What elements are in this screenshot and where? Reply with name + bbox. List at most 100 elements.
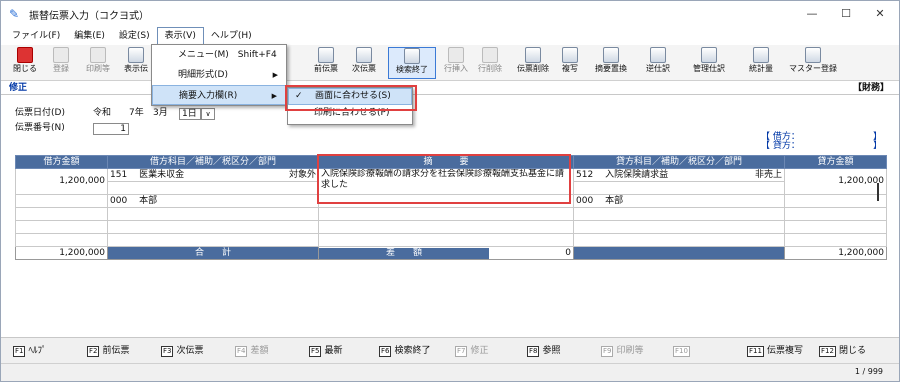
credit-dept-cell[interactable]: 000 本部 <box>573 194 785 208</box>
credit-account-cell[interactable]: 512 入院保険請求益 非売上 <box>573 168 785 182</box>
menu-edit[interactable]: 編集(E) <box>67 27 112 45</box>
f6-search-end-button[interactable]: F6 検索終了 <box>379 345 431 357</box>
key-cap: F9 <box>601 346 614 357</box>
col-header: 借方科目／補助／税区分／部門 <box>107 155 319 169</box>
search-icon <box>404 48 420 64</box>
credit-sub-cell[interactable] <box>573 181 785 195</box>
f2-prev-button[interactable]: F2 前伝票 <box>87 345 130 357</box>
grid-cell[interactable] <box>15 207 108 221</box>
next-slip-button[interactable]: 次伝票 <box>347 47 381 79</box>
debit-amount-cell[interactable] <box>15 194 108 208</box>
grid-cell[interactable] <box>107 207 319 221</box>
view-menu-item-detail[interactable]: 明細形式(D) ▶ <box>152 65 286 85</box>
grid-cell[interactable] <box>15 233 108 247</box>
minimize-button[interactable]: — <box>795 1 829 27</box>
close-window-button[interactable]: ✕ <box>863 1 897 27</box>
credit-tax: 非売上 <box>754 169 782 180</box>
fkey-label: ﾍﾙﾌﾟ <box>28 346 47 356</box>
view-menu-item-label: 摘要入力欄(R) <box>179 91 238 101</box>
fkey-label: 印刷等 <box>616 346 644 356</box>
tool-label: 摘要置換 <box>595 64 627 73</box>
f11-copy-button[interactable]: F11 伝票複写 <box>747 345 803 357</box>
menu-help[interactable]: ヘルプ(H) <box>204 27 259 45</box>
debit-dept: 本部 <box>139 195 158 206</box>
grid-cell[interactable] <box>318 207 574 221</box>
window-title: 振替伝票入力（コクヨ式） <box>29 10 149 22</box>
department-label: 【財務】 <box>852 83 889 93</box>
master-register-button[interactable]: マスター登録 <box>789 47 837 79</box>
grid-cell[interactable] <box>573 233 785 247</box>
f3-next-button[interactable]: F3 次伝票 <box>161 345 204 357</box>
debit-account-cell[interactable]: 151 医業未収金 対象外 <box>107 168 319 182</box>
menu-settings[interactable]: 設定(S) <box>112 27 157 45</box>
register-icon <box>53 47 69 63</box>
insert-row-button[interactable]: 行挿入 <box>441 47 471 79</box>
f12-close-button[interactable]: F12 閉じる <box>819 345 866 357</box>
close-tool-button[interactable]: 閉じる <box>11 47 39 79</box>
debit-sub-cell[interactable] <box>107 181 319 195</box>
stats-button[interactable]: 統計量 <box>743 47 779 79</box>
f1-help-button[interactable]: F1 ﾍﾙﾌﾟ <box>13 345 47 357</box>
era-label: 令和 <box>93 108 112 118</box>
key-cap: F5 <box>309 346 322 357</box>
grid-cell[interactable] <box>318 233 574 247</box>
tool-label: 登録 <box>53 64 69 73</box>
menu-view[interactable]: 表示(V) <box>156 27 204 45</box>
prev-slip-button[interactable]: 前伝票 <box>309 47 343 79</box>
mgmt-entry-icon <box>701 47 717 63</box>
year-field[interactable]: 7年 <box>127 108 149 120</box>
search-end-button[interactable]: 検索終了 <box>388 47 436 79</box>
view-menu-item-menu[interactable]: メニュー(M) Shift+F4 <box>152 45 286 65</box>
print-button[interactable]: 印刷等 <box>81 47 115 79</box>
tool-label: マスター登録 <box>789 64 837 73</box>
memo-replace-button[interactable]: 摘要置換 <box>591 47 631 79</box>
reverse-entry-button[interactable]: 逆仕訳 <box>641 47 675 79</box>
delete-slip-button[interactable]: 伝票削除 <box>513 47 553 79</box>
menu-file[interactable]: ファイル(F) <box>5 27 67 45</box>
month-field[interactable]: 3月 <box>151 108 177 120</box>
f5-latest-button[interactable]: F5 最新 <box>309 345 343 357</box>
f10-button[interactable]: F10 <box>673 345 693 357</box>
copy-button[interactable]: 複写 <box>557 47 583 79</box>
grid-cell[interactable] <box>15 220 108 234</box>
credit-amount-cell[interactable]: 1,200,000 <box>784 168 887 195</box>
delete-slip-icon <box>525 47 541 63</box>
number-field[interactable]: 1 <box>93 123 129 135</box>
memo-replace-icon <box>603 47 619 63</box>
debit-tax: 対象外 <box>288 169 316 180</box>
diff-label: 差 額 <box>319 247 489 259</box>
f9-print-button[interactable]: F9 印刷等 <box>601 345 644 357</box>
f8-ref-button[interactable]: F8 参照 <box>527 345 561 357</box>
fkey-label: 差額 <box>250 346 269 356</box>
day-dropdown-button[interactable]: ∨ <box>201 108 215 120</box>
insert-row-icon <box>448 47 464 63</box>
debit-dept-cell[interactable]: 000 本部 <box>107 194 319 208</box>
register-button[interactable]: 登録 <box>47 47 75 79</box>
grid-cell[interactable] <box>107 220 319 234</box>
grid-cell[interactable] <box>573 207 785 221</box>
maximize-button[interactable]: ☐ <box>829 1 863 27</box>
grid-cell[interactable] <box>573 220 785 234</box>
function-key-bar: F1 ﾍﾙﾌﾟ F2 前伝票 F3 次伝票 F4 差額 F5 最新 F6 検索終了 F7 修正… <box>1 337 899 363</box>
grid-cell[interactable] <box>107 233 319 247</box>
mgmt-entry-button[interactable]: 管理仕訳 <box>687 47 731 79</box>
day-field[interactable]: 1日 <box>179 108 201 120</box>
tool-label: 統計量 <box>749 64 773 73</box>
memo-highlight <box>317 154 571 204</box>
tool-label: 行挿入 <box>444 64 468 73</box>
grid-cell[interactable] <box>784 233 887 247</box>
f4-diff-button[interactable]: F4 差額 <box>235 345 269 357</box>
delete-row-button[interactable]: 行削除 <box>475 47 505 79</box>
vertical-scroll-indicator[interactable] <box>877 183 879 201</box>
grid-cell[interactable] <box>318 220 574 234</box>
view-menu-item-memo-field[interactable]: 摘要入力欄(R) ▶ <box>152 85 286 105</box>
debit-amount-cell[interactable]: 1,200,000 <box>15 168 108 195</box>
display-button[interactable]: 表示伝 <box>119 47 153 79</box>
tool-label: 行削除 <box>478 64 502 73</box>
fkey-label: 修正 <box>470 346 489 356</box>
credit-dept-code: 000 <box>576 195 594 206</box>
grid-cell[interactable] <box>784 220 887 234</box>
f7-edit-button[interactable]: F7 修正 <box>455 345 489 357</box>
credit-amount-cell[interactable] <box>784 194 887 208</box>
grid-cell[interactable] <box>784 207 887 221</box>
